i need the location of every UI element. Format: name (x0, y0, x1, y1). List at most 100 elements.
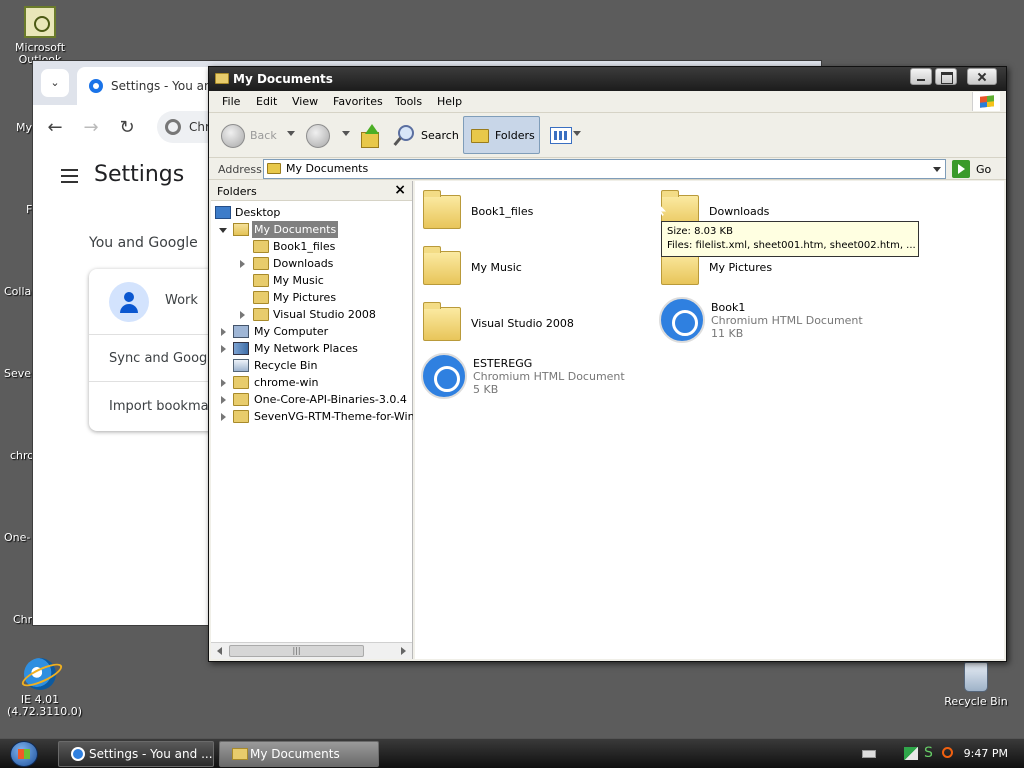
collapse-arrow-icon[interactable] (219, 228, 227, 233)
go-arrow-icon[interactable] (952, 160, 970, 178)
scrollbar-thumb[interactable]: ||| (229, 645, 364, 657)
file-item-esteregg[interactable]: ESTEREGG Chromium HTML Document 5 KB (421, 353, 651, 401)
import-bookmarks-link[interactable]: Import bookmark (109, 399, 221, 414)
file-list-pane: Book1_files Downloads My Music My Pictur… (415, 181, 1004, 659)
search-icon[interactable] (942, 747, 953, 758)
folder-icon (253, 257, 269, 270)
tree-item-desktop[interactable]: Desktop (211, 204, 411, 221)
address-field[interactable]: My Documents (263, 159, 946, 179)
tree-item-visual-studio[interactable]: Visual Studio 2008 (211, 306, 411, 323)
menu-view[interactable]: View (292, 95, 318, 108)
desktop-icon-partial-3[interactable]: Colla (4, 285, 31, 299)
folder-icon (423, 302, 461, 341)
address-dropdown-icon[interactable] (929, 160, 945, 178)
horizontal-scrollbar[interactable]: ||| (211, 642, 412, 659)
menu-hamburger-icon[interactable] (61, 169, 78, 183)
maximize-button[interactable] (935, 68, 957, 85)
desktop-icon-partial-6[interactable]: One- (4, 531, 30, 545)
sound-icon[interactable]: S (924, 746, 938, 760)
tree-item-my-computer[interactable]: My Computer (211, 323, 411, 340)
taskbar-button-chrome[interactable]: Settings - You and ... (58, 741, 214, 767)
folders-toggle-button[interactable]: Folders (463, 116, 540, 154)
internet-explorer-icon (24, 658, 56, 690)
folder-icon (233, 410, 249, 423)
views-icon[interactable] (550, 127, 572, 144)
item-type: Chromium HTML Document (473, 370, 625, 383)
expand-arrow-icon[interactable] (221, 345, 226, 353)
explorer-window[interactable]: My Documents File Edit View Favorites To… (208, 66, 1007, 662)
tree-item-my-network-places[interactable]: My Network Places (211, 340, 411, 357)
scroll-right-arrow-icon[interactable] (401, 647, 406, 655)
taskbar-button-my-documents[interactable]: My Documents (219, 741, 379, 767)
keyboard-icon[interactable] (862, 750, 876, 758)
scroll-left-arrow-icon[interactable] (217, 647, 222, 655)
recycle-bin-label: Recycle Bin (944, 695, 1008, 708)
folder-icon (215, 73, 229, 84)
taskbar: Settings - You and ... My Documents S 9:… (0, 738, 1024, 768)
search-icon[interactable] (394, 125, 414, 145)
forward-arrow-icon[interactable]: → (79, 116, 103, 140)
folders-label: Folders (495, 129, 535, 142)
tree-item-book1-files[interactable]: Book1_files (211, 238, 411, 255)
tab-search-button[interactable]: ⌄ (41, 69, 69, 97)
tree-item-chrome-win[interactable]: chrome-win (211, 374, 411, 391)
go-button[interactable]: Go (976, 163, 991, 176)
start-button[interactable] (10, 741, 38, 767)
desktop-icon-partial-4[interactable]: Seven (4, 367, 38, 381)
you-and-google-heading: You and Google (89, 235, 198, 251)
expand-arrow-icon[interactable] (221, 396, 226, 404)
back-arrow-icon[interactable]: ← (43, 116, 67, 140)
minimize-button[interactable] (910, 68, 932, 85)
back-button-icon[interactable] (221, 124, 245, 148)
search-label[interactable]: Search (421, 129, 459, 142)
desktop-icon-partial-5[interactable]: chro (10, 449, 34, 463)
chromium-document-icon (659, 297, 705, 343)
menu-edit[interactable]: Edit (256, 95, 277, 108)
forward-dropdown-icon[interactable] (342, 131, 350, 136)
sync-and-google-link[interactable]: Sync and Google (109, 351, 219, 366)
tree-item-my-pictures[interactable]: My Pictures (211, 289, 411, 306)
expand-arrow-icon[interactable] (221, 379, 226, 387)
tree-item-one-core-api[interactable]: One-Core-API-Binaries-3.0.4 (211, 391, 411, 408)
taskbar-clock[interactable]: 9:47 PM (964, 747, 1008, 760)
tree-item-sevenvg-theme[interactable]: SevenVG-RTM-Theme-for-Wind (211, 408, 413, 425)
file-item-book1[interactable]: Book1 Chromium HTML Document 11 KB (659, 297, 889, 345)
tree-item-recycle-bin[interactable]: Recycle Bin (211, 357, 411, 374)
tree-item-downloads[interactable]: Downloads (211, 255, 411, 272)
menu-file[interactable]: File (222, 95, 240, 108)
desktop-icon-ie[interactable]: IE 4.01 (4.72.3110.0) (0, 658, 82, 718)
folder-icon (253, 308, 269, 321)
music-folder-icon (423, 246, 461, 285)
expand-arrow-icon[interactable] (240, 311, 245, 319)
network-status-icon[interactable] (904, 747, 918, 760)
expand-arrow-icon[interactable] (240, 260, 245, 268)
forward-button-icon[interactable] (306, 124, 330, 148)
tree-item-my-documents[interactable]: My Documents (211, 221, 411, 238)
expand-arrow-icon[interactable] (221, 328, 226, 336)
menu-favorites[interactable]: Favorites (333, 95, 383, 108)
close-pane-button[interactable]: × (394, 181, 406, 199)
file-item-visual-studio[interactable]: Visual Studio 2008 (419, 302, 649, 351)
menu-tools[interactable]: Tools (395, 95, 422, 108)
close-button[interactable] (967, 68, 997, 85)
up-folder-icon[interactable] (359, 124, 379, 148)
back-label[interactable]: Back (250, 129, 277, 142)
desktop-icon-outlook[interactable]: Microsoft Outlook (0, 6, 80, 66)
tree-item-my-music[interactable]: My Music (211, 272, 411, 289)
item-name: Downloads (709, 205, 770, 218)
reload-icon[interactable]: ↻ (115, 116, 139, 140)
desktop-icon (215, 206, 231, 219)
desktop-icon-recycle-bin[interactable]: Recycle Bin (936, 662, 1016, 708)
folders-pane: Folders × Desktop My Documents Book1_fil… (211, 181, 413, 659)
menu-help[interactable]: Help (437, 95, 462, 108)
file-item-my-music[interactable]: My Music (419, 246, 649, 295)
person-avatar-icon[interactable] (109, 282, 149, 322)
back-dropdown-icon[interactable] (287, 131, 295, 136)
file-item-book1-files[interactable]: Book1_files (419, 190, 649, 239)
chromium-document-icon (421, 353, 467, 399)
views-dropdown-icon[interactable] (573, 131, 581, 136)
expand-arrow-icon[interactable] (221, 413, 226, 421)
profile-name[interactable]: Work (165, 293, 198, 308)
desktop-icon-partial-7[interactable]: Chr (13, 613, 33, 627)
explorer-titlebar[interactable]: My Documents (209, 67, 1006, 91)
